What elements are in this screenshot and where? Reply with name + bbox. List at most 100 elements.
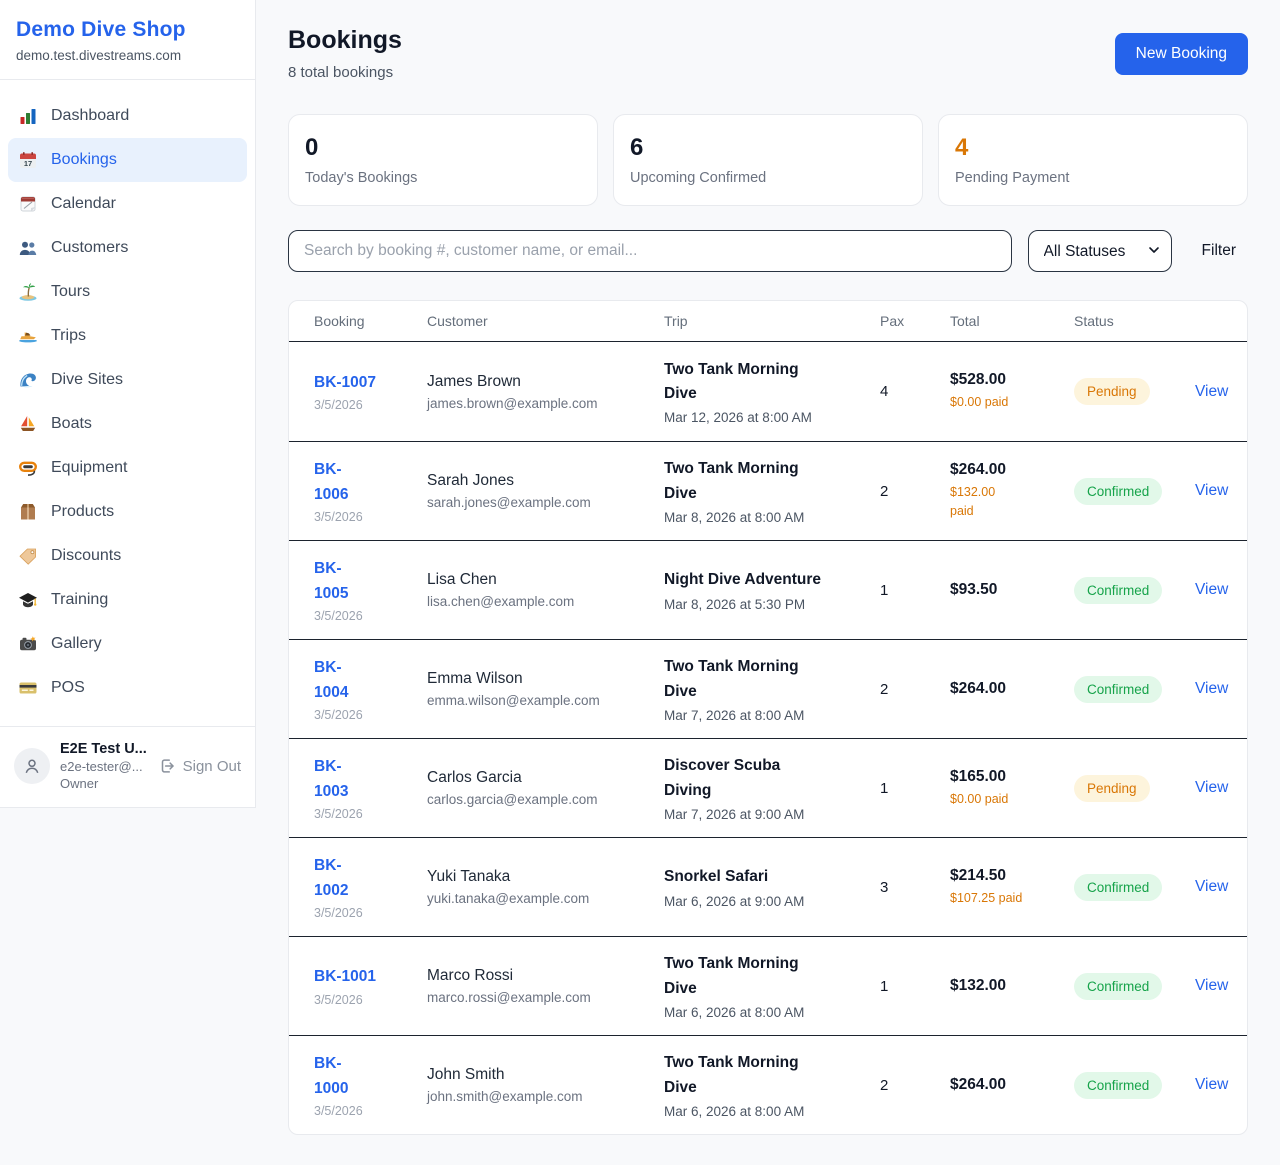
paid-amount: $132.00 paid [950,483,1062,521]
column-header-trip: Trip [664,313,880,329]
column-header-customer: Customer [427,313,664,329]
view-link[interactable]: View [1195,383,1228,400]
new-booking-button[interactable]: New Booking [1115,33,1248,75]
table-row: BK- 1004 3/5/2026 Emma Wilson emma.wilso… [289,639,1247,738]
trip-datetime: Mar 6, 2026 at 8:00 AM [664,1104,868,1119]
avatar [14,748,50,784]
sidebar-item-trips[interactable]: Trips [8,314,247,358]
customer-email: james.brown@example.com [427,396,652,411]
table-row: BK- 1003 3/5/2026 Carlos Garcia carlos.g… [289,738,1247,837]
sidebar-header: Demo Dive Shop demo.test.divestreams.com [0,0,255,80]
trip-name: Two Tank Morning Dive [664,457,868,505]
view-link[interactable]: View [1195,680,1228,697]
customer-email: john.smith@example.com [427,1089,652,1104]
pax-count: 1 [880,780,950,797]
view-link[interactable]: View [1195,779,1228,796]
sidebar-item-products[interactable]: Products [8,490,247,534]
page-title: Bookings [288,26,402,55]
customer-name: John Smith [427,1066,652,1084]
stat-label: Upcoming Confirmed [630,170,906,186]
stat-label: Pending Payment [955,170,1231,186]
table-row: BK- 1006 3/5/2026 Sarah Jones sarah.jone… [289,441,1247,540]
trip-datetime: Mar 12, 2026 at 8:00 AM [664,410,868,425]
user-role: Owner [60,776,147,791]
booking-date: 3/5/2026 [314,609,415,623]
customer-email: lisa.chen@example.com [427,594,652,609]
customer-name: Lisa Chen [427,571,652,589]
total-amount: $528.00 [950,371,1062,389]
view-link[interactable]: View [1195,977,1228,994]
sidebar-item-gallery[interactable]: Gallery [8,622,247,666]
filter-button[interactable]: Filter [1190,234,1248,268]
view-link[interactable]: View [1195,581,1228,598]
customer-name: James Brown [427,373,652,391]
sidebar-item-calendar[interactable]: Calendar [8,182,247,226]
trip-name: Discover Scuba Diving [664,754,868,802]
equipment-icon [18,458,38,478]
booking-link[interactable]: BK-1007 [314,371,376,395]
shop-domain: demo.test.divestreams.com [16,48,239,63]
table-row: BK- 1000 3/5/2026 John Smith john.smith@… [289,1035,1247,1134]
dive-sites-icon [18,370,38,390]
booking-link[interactable]: BK-1001 [314,965,376,989]
filter-controls: All Statuses Filter [288,230,1248,272]
status-select-wrap: All Statuses [1028,230,1172,272]
sidebar-item-pos[interactable]: POS [8,666,247,710]
booking-link[interactable]: BK- 1002 [314,854,348,902]
sign-out-icon [158,757,176,775]
column-header-total: Total [950,313,1074,329]
table-row: BK- 1002 3/5/2026 Yuki Tanaka yuki.tanak… [289,837,1247,936]
svg-text:17: 17 [24,159,32,168]
stats-row: 0 Today's Bookings 6 Upcoming Confirmed … [288,114,1248,206]
dashboard-icon [18,106,38,126]
stat-value: 4 [955,134,1231,162]
sidebar-item-label: Customers [51,239,128,257]
view-link[interactable]: View [1195,482,1228,499]
sidebar-item-label: Boats [51,415,92,433]
sign-out-button[interactable]: Sign Out [158,757,241,775]
table-row: BK-1007 3/5/2026 James Brown james.brown… [289,342,1247,441]
trip-name: Two Tank Morning Dive [664,952,868,1000]
status-badge: Pending [1074,775,1150,802]
stat-card-upcoming-confirmed: 6 Upcoming Confirmed [613,114,923,206]
stat-card-pending-payment: 4 Pending Payment [938,114,1248,206]
customer-email: sarah.jones@example.com [427,495,652,510]
sidebar-item-equipment[interactable]: Equipment [8,446,247,490]
trip-datetime: Mar 8, 2026 at 5:30 PM [664,597,868,612]
booking-link[interactable]: BK- 1005 [314,557,348,605]
sidebar-item-bookings[interactable]: 17 Bookings [8,138,247,182]
sidebar-item-boats[interactable]: Boats [8,402,247,446]
boats-icon [18,414,38,434]
sidebar-item-label: Training [51,591,108,609]
view-link[interactable]: View [1195,878,1228,895]
sidebar-item-tours[interactable]: Tours [8,270,247,314]
pax-count: 2 [880,1077,950,1094]
sidebar-item-label: Products [51,503,114,521]
user-icon [22,756,42,776]
training-icon [18,590,38,610]
booking-link[interactable]: BK- 1003 [314,755,348,803]
status-badge: Confirmed [1074,973,1162,1000]
sidebar-item-dive-sites[interactable]: Dive Sites [8,358,247,402]
customer-email: marco.rossi@example.com [427,990,652,1005]
pos-icon [18,678,38,698]
total-amount: $165.00 [950,768,1062,786]
sidebar-item-discounts[interactable]: Discounts [8,534,247,578]
sidebar-nav: Dashboard 17 Bookings Calendar Customers… [0,80,255,726]
status-select[interactable]: All Statuses [1028,230,1172,272]
booking-link[interactable]: BK- 1000 [314,1052,348,1100]
total-amount: $93.50 [950,581,1062,599]
sidebar-item-customers[interactable]: Customers [8,226,247,270]
view-link[interactable]: View [1195,1076,1228,1093]
booking-link[interactable]: BK- 1004 [314,656,348,704]
calendar-icon [18,194,38,214]
bookings-table: Booking Customer Trip Pax Total Status B… [288,300,1248,1135]
search-input[interactable] [288,230,1012,272]
booking-link[interactable]: BK- 1006 [314,458,348,506]
sidebar-item-dashboard[interactable]: Dashboard [8,94,247,138]
trip-datetime: Mar 8, 2026 at 8:00 AM [664,510,868,525]
trip-name: Two Tank Morning Dive [664,358,868,406]
sidebar-item-label: Calendar [51,195,116,213]
column-header-booking: Booking [314,313,427,329]
sidebar-item-training[interactable]: Training [8,578,247,622]
